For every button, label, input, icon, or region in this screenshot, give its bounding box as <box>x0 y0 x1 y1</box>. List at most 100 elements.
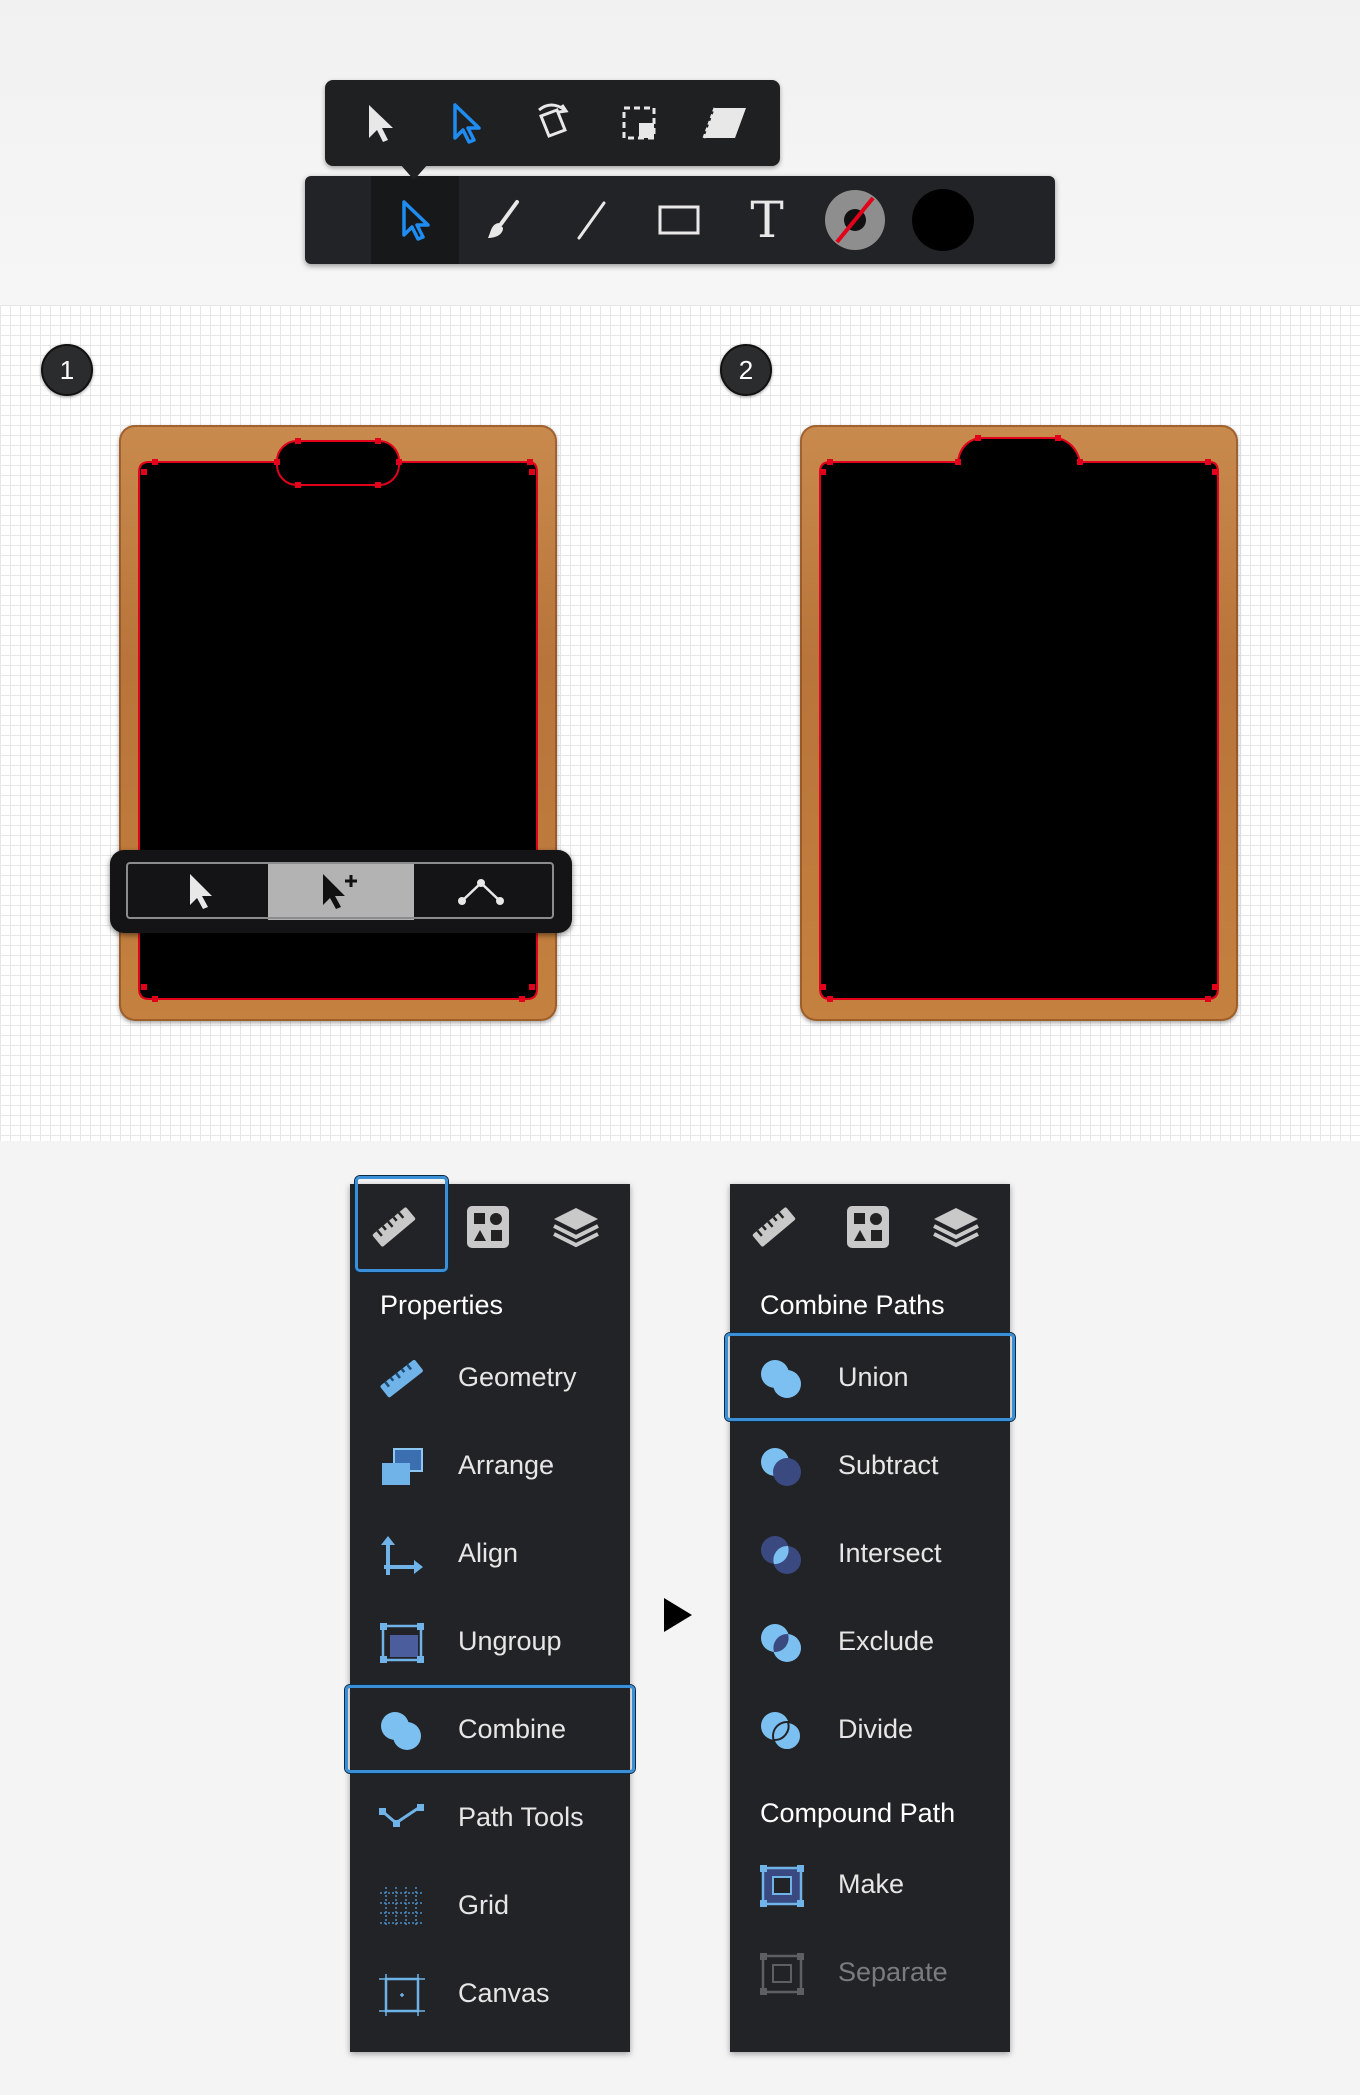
main-toolbar: T <box>305 176 1055 264</box>
menu-item-ungroup[interactable]: Ungroup <box>350 1599 630 1687</box>
compound-path-title: Compound Path <box>760 1798 956 1828</box>
menu-item-label: Geometry <box>458 1362 577 1392</box>
grid-icon <box>380 1887 424 1927</box>
shapes-icon <box>467 1206 509 1248</box>
fill-color-swatch[interactable] <box>899 176 987 264</box>
direct-select-tool-button[interactable] <box>436 93 496 153</box>
menu-item-label: Align <box>458 1538 519 1568</box>
node-tool-switcher <box>110 850 572 933</box>
tab-shapes[interactable] <box>824 1184 912 1270</box>
panel-title: Properties <box>380 1290 504 1320</box>
select-tool-button[interactable] <box>350 93 410 153</box>
menu-item-make[interactable]: Make <box>730 1842 1010 1930</box>
intersect-icon <box>761 1536 801 1574</box>
device-frame-2[interactable] <box>800 425 1238 1021</box>
tab-layers[interactable] <box>912 1184 1000 1270</box>
skew-tool-button[interactable] <box>695 93 755 153</box>
menu-item-label: Separate <box>838 1957 948 1987</box>
add-point-mode-button[interactable] <box>268 862 414 920</box>
tab-layers[interactable] <box>532 1184 620 1270</box>
marquee-tool-button[interactable] <box>609 93 669 153</box>
subtract-icon <box>761 1448 801 1486</box>
select-tools-popover <box>325 80 780 166</box>
text-tool[interactable]: T <box>723 176 811 264</box>
text-icon: T <box>750 191 784 249</box>
rectangle-icon <box>658 205 700 235</box>
direct-select-icon <box>402 200 430 241</box>
select-icon <box>190 874 212 909</box>
node-icon <box>458 879 504 905</box>
tab-properties[interactable] <box>730 1184 818 1270</box>
tab-shapes[interactable] <box>444 1184 532 1270</box>
marquee-icon <box>622 106 656 140</box>
ruler-icon <box>372 1207 416 1247</box>
menu-item-align[interactable]: Align <box>350 1511 630 1599</box>
menu-item-grid[interactable]: Grid <box>350 1863 630 1951</box>
step-badge-1: 1 <box>41 344 93 396</box>
stroke-swatch-icon <box>825 190 885 250</box>
menu-item-label: Subtract <box>838 1450 939 1480</box>
arrange-icon <box>382 1448 423 1485</box>
ruler-icon <box>380 1359 423 1398</box>
path-tools-icon <box>379 1804 424 1827</box>
canvas-icon <box>379 1974 425 2016</box>
exclude-icon <box>761 1624 801 1662</box>
direct-select-tool[interactable] <box>371 176 459 264</box>
step-badge-2: 2 <box>720 344 772 396</box>
brush-tool[interactable] <box>459 176 547 264</box>
align-icon <box>381 1536 423 1575</box>
layers-icon <box>933 1208 979 1248</box>
direct-select-icon <box>453 103 482 144</box>
combine-icon <box>381 1712 421 1750</box>
flow-arrow <box>664 1598 692 1632</box>
brush-icon <box>488 200 519 238</box>
fill-swatch-icon <box>912 189 974 251</box>
menu-item-label: Grid <box>458 1890 510 1920</box>
menu-item-subtract[interactable]: Subtract <box>730 1423 1010 1511</box>
menu-item-geometry[interactable]: Geometry <box>350 1335 630 1423</box>
make-compound-icon <box>760 1865 804 1907</box>
rectangle-tool[interactable] <box>635 176 723 264</box>
menu-item-label: Ungroup <box>458 1626 562 1656</box>
menu-item-arrange[interactable]: Arrange <box>350 1423 630 1511</box>
stroke-color-swatch[interactable] <box>811 176 899 264</box>
menu-item-exclude[interactable]: Exclude <box>730 1599 1010 1687</box>
select-icon <box>369 105 394 142</box>
menu-item-divide[interactable]: Divide <box>730 1687 1010 1775</box>
canvas-area[interactable]: 1 2 <box>0 305 1360 1141</box>
menu-item-separate[interactable]: Separate <box>730 1930 1010 2018</box>
menu-item-label: Arrange <box>458 1450 555 1480</box>
line-tool[interactable] <box>547 176 635 264</box>
tab-properties[interactable] <box>350 1176 448 1272</box>
divide-icon <box>761 1712 802 1751</box>
popover-pointer <box>400 164 428 180</box>
rotate-icon <box>538 103 570 138</box>
menu-item-path-tools[interactable]: Path Tools <box>350 1775 630 1863</box>
shapes-icon <box>847 1206 889 1248</box>
menu-item-label: Combine <box>458 1714 567 1744</box>
select-mode-button[interactable] <box>128 862 274 920</box>
panel-title: Combine Paths <box>760 1290 945 1320</box>
menu-item-label: Divide <box>838 1714 914 1744</box>
black-screen-shape-2[interactable] <box>800 425 1238 1021</box>
menu-item-union[interactable]: Union <box>725 1333 1015 1423</box>
ungroup-icon <box>380 1623 424 1663</box>
menu-item-label: Make <box>838 1869 905 1899</box>
menu-item-label: Exclude <box>838 1626 935 1656</box>
menu-item-intersect[interactable]: Intersect <box>730 1511 1010 1599</box>
node-mode-button[interactable] <box>408 862 554 920</box>
properties-panel: Properties Geometry Arrange Align Ungrou… <box>345 1176 635 2052</box>
add-point-select-icon <box>323 874 357 909</box>
menu-item-combine[interactable]: Combine <box>345 1685 635 1775</box>
menu-item-label: Path Tools <box>458 1802 584 1832</box>
panel-tabs <box>730 1184 1010 1270</box>
skew-icon <box>702 107 746 139</box>
menu-item-label: Canvas <box>458 1978 550 2008</box>
line-icon <box>577 201 606 240</box>
menu-item-canvas[interactable]: Canvas <box>350 1951 630 2039</box>
menu-item-label: Intersect <box>838 1538 942 1568</box>
combine-paths-panel: Combine Paths Union Subtract Intersect E… <box>725 1184 1015 2052</box>
ruler-icon <box>752 1207 796 1247</box>
rotate-tool-button[interactable] <box>522 93 582 153</box>
layers-icon <box>553 1208 599 1248</box>
